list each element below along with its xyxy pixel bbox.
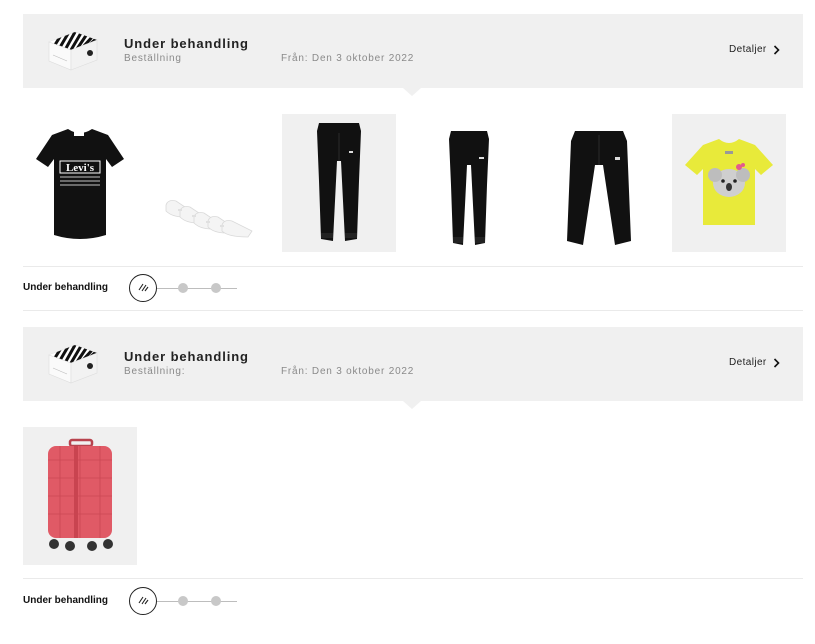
order-number-label: Beställning [124,53,182,64]
divider [23,310,803,311]
package-box-icon [48,344,98,384]
package-box-icon [48,31,98,71]
progress-step-current [129,274,157,302]
order-progress-tracker [129,587,237,615]
order-status-title: Under behandling [124,36,249,51]
order-status-title: Under behandling [124,349,249,364]
chevron-right-icon [773,357,780,368]
product-thumbnail-red-suitcase[interactable] [23,427,137,565]
order-header: Under behandling Beställning: Från: Den … [23,327,803,409]
divider [23,266,803,267]
order-date: Från: Den 3 oktober 2022 [281,366,415,377]
product-thumbnail-black-joggers[interactable] [412,114,526,252]
progress-step-dot [211,283,221,293]
order-progress-tracker [129,274,237,302]
joggers-image [449,131,489,245]
progress-step-dot [178,596,188,606]
progress-status-label: Under behandling [23,282,108,293]
order-header: Under behandling Beställning Från: Den 3… [23,14,803,96]
product-thumbnail-black-capri-sweatpants[interactable] [542,114,656,252]
divider [23,578,803,579]
details-link-label: Detaljer [729,357,767,368]
track-pants-image [317,123,361,241]
product-thumbnail-white-socks-pack[interactable] [152,114,266,252]
product-thumbnail-yellow-koala-tshirt[interactable] [672,114,786,252]
progress-line [157,600,237,602]
order-date: Från: Den 3 oktober 2022 [281,53,415,64]
capri-pants-image [567,131,631,245]
product-thumbnail-black-levis-tshirt[interactable]: Levi's [23,114,137,252]
progress-step-current [129,587,157,615]
tshirt-image: Levi's [36,129,124,239]
processing-icon [138,596,149,605]
progress-line [157,287,237,289]
product-thumbnail-black-track-pants[interactable] [282,114,396,252]
progress-status-label: Under behandling [23,595,108,606]
header-pointer [403,88,421,96]
progress-step-dot [178,283,188,293]
suitcase-image [48,438,113,551]
header-pointer [403,401,421,409]
progress-step-dot [211,596,221,606]
processing-icon [138,283,149,292]
details-link[interactable]: Detaljer [729,357,780,368]
details-link[interactable]: Detaljer [729,44,780,55]
details-link-label: Detaljer [729,44,767,55]
chevron-right-icon [773,44,780,55]
socks-image [165,200,253,238]
yellow-tshirt-image [685,139,773,225]
order-number-label: Beställning: [124,366,186,377]
svg-text:Levi's: Levi's [66,162,95,174]
